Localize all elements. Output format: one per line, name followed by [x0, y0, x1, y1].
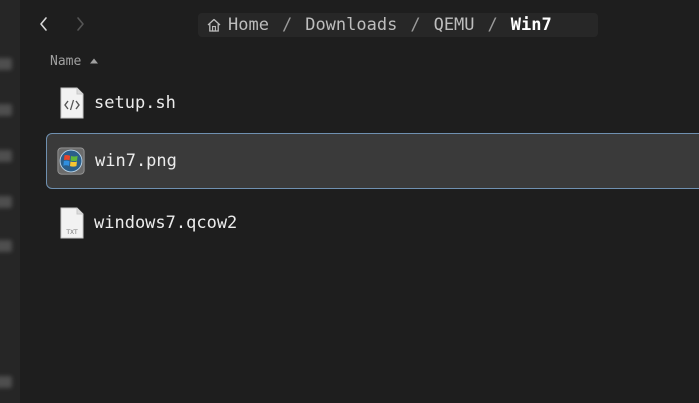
breadcrumb-separator: /	[410, 15, 421, 35]
breadcrumb-separator: /	[281, 15, 293, 35]
breadcrumb-home[interactable]: Home	[228, 15, 269, 35]
sidebar-ghost-item	[0, 150, 12, 162]
sort-ascending-icon	[89, 57, 99, 65]
breadcrumb-separator: /	[487, 15, 498, 35]
file-manager-window: Home / Downloads / QEMU / Win7 Name setu…	[0, 0, 699, 403]
home-icon[interactable]	[206, 17, 222, 33]
breadcrumb-downloads[interactable]: Downloads	[305, 15, 397, 35]
windows-image-icon	[57, 145, 85, 177]
chevron-right-icon	[74, 16, 86, 32]
sidebar-edge	[0, 0, 20, 403]
sidebar-ghost-item	[0, 196, 12, 208]
column-header-label: Name	[50, 53, 82, 69]
file-name: win7.png	[95, 151, 177, 171]
sidebar-ghost-item	[0, 376, 12, 388]
file-row-win7-png[interactable]: win7.png	[46, 133, 699, 189]
sidebar-ghost-item	[0, 104, 12, 116]
breadcrumb: Home / Downloads / QEMU / Win7	[206, 12, 552, 38]
sidebar-ghost-item	[0, 58, 12, 70]
back-button[interactable]	[32, 12, 56, 36]
file-name: windows7.qcow2	[94, 213, 238, 233]
text-file-icon: TXT	[58, 207, 86, 239]
breadcrumb-win7[interactable]: Win7	[511, 15, 552, 35]
file-name: setup.sh	[94, 93, 176, 113]
text-file-badge: TXT	[65, 229, 78, 236]
forward-button[interactable]	[68, 12, 92, 36]
file-row-windows7-qcow2[interactable]: TXT windows7.qcow2	[46, 195, 699, 251]
name-column-header[interactable]: Name	[50, 53, 99, 69]
file-row-setup-sh[interactable]: setup.sh	[46, 75, 699, 131]
script-file-icon	[58, 87, 86, 119]
chevron-left-icon	[38, 16, 50, 32]
breadcrumb-qemu[interactable]: QEMU	[434, 15, 475, 35]
sidebar-ghost-item	[0, 240, 12, 252]
